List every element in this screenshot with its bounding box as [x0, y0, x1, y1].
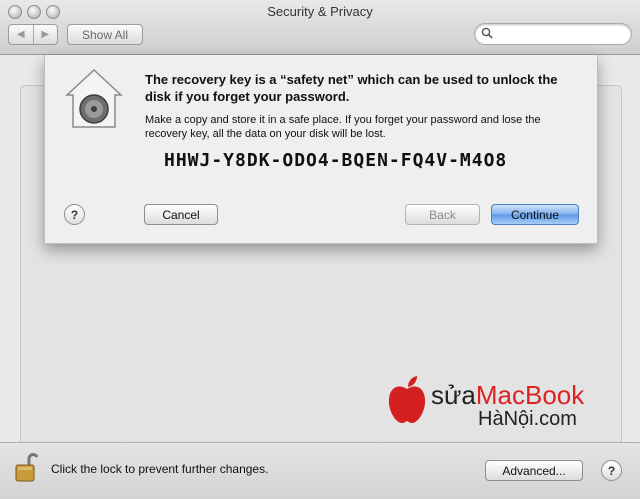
recovery-key-sheet: The recovery key is a “safety net” which…: [44, 55, 598, 244]
back-button[interactable]: Back: [405, 204, 480, 225]
watermark-logo: sửaMacBook HàNội.com: [386, 370, 606, 440]
watermark-brand-line: sửaMacBook: [431, 380, 584, 411]
forward-arrow-icon[interactable]: ▶: [34, 25, 58, 44]
help-button-footer[interactable]: ?: [601, 460, 622, 481]
show-all-button[interactable]: Show All: [67, 24, 143, 45]
filevault-house-lock-icon: [65, 68, 123, 128]
watermark-brand: MacBook: [475, 380, 585, 410]
watermark-domain: HàNội.com: [478, 408, 577, 430]
help-button[interactable]: ?: [64, 204, 85, 225]
search-input[interactable]: [497, 26, 627, 44]
advanced-button[interactable]: Advanced...: [485, 460, 583, 481]
watermark-prefix: sửa: [431, 380, 476, 410]
lock-instructions: Click the lock to prevent further change…: [51, 462, 269, 476]
cancel-button[interactable]: Cancel: [144, 204, 218, 225]
sheet-heading: The recovery key is a “safety net” which…: [145, 72, 558, 104]
continue-button[interactable]: Continue: [491, 204, 579, 225]
recovery-key-text: HHWJ-Y8DK-ODO4-BQEN-FQ4V-M4O8: [164, 150, 508, 171]
window-titlebar: Security & Privacy ◀ ▶ Show All: [0, 0, 640, 55]
search-icon: [481, 27, 493, 39]
window-title: Security & Privacy: [267, 4, 373, 19]
search-field[interactable]: [474, 23, 632, 45]
apple-logo-icon: [388, 376, 426, 423]
footer-bar: Click the lock to prevent further change…: [0, 442, 640, 499]
sheet-body-text: Make a copy and store it in a safe place…: [145, 114, 541, 140]
nav-back-forward: ◀ ▶: [8, 24, 58, 45]
unlocked-padlock-icon[interactable]: [14, 451, 42, 483]
back-arrow-icon[interactable]: ◀: [9, 25, 34, 44]
